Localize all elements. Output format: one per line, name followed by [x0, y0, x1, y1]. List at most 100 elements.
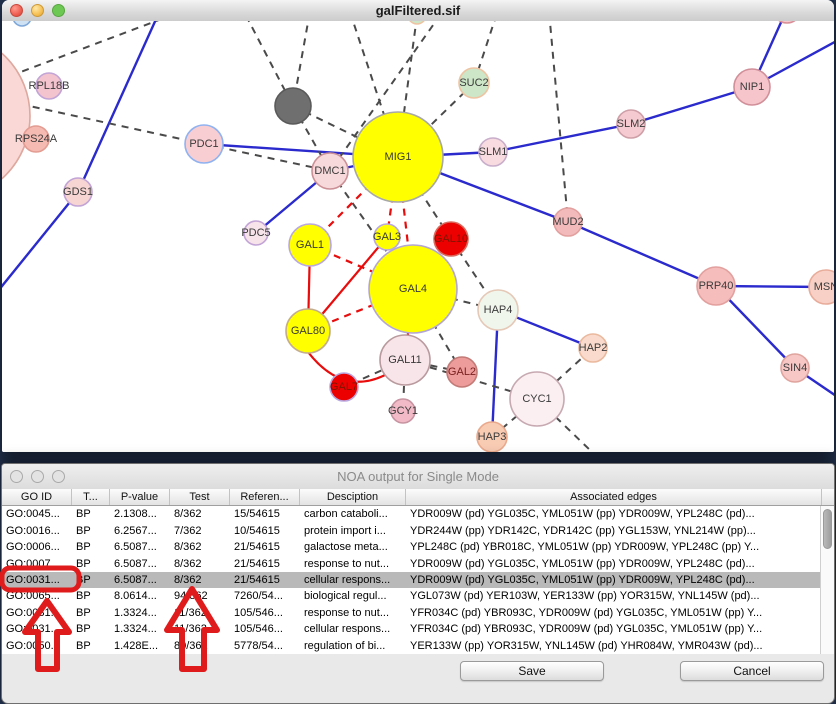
- graph-window-titlebar[interactable]: galFiltered.sif: [2, 0, 834, 22]
- table-cell: 2.1308...: [110, 508, 170, 520]
- node-label-RPS24A: RPS24A: [15, 133, 58, 145]
- column-header-referen[interactable]: Referen...: [230, 489, 300, 505]
- table-cell: GO:0031...: [2, 574, 72, 586]
- node-label-RPL18B: RPL18B: [29, 80, 70, 92]
- noa-window-title: NOA output for Single Mode: [337, 469, 499, 484]
- column-header-goid[interactable]: GO ID: [2, 489, 72, 505]
- table-cell: response to nut...: [300, 558, 406, 570]
- node-label-GAL10: GAL10: [434, 233, 468, 245]
- table-cell: YDR244W (pp) YDR142C, YDR142C (pp) YGL15…: [406, 525, 822, 537]
- node-label-HAP2: HAP2: [579, 342, 608, 354]
- table-cell: 21/54615: [230, 574, 300, 586]
- node-label-SUC2: SUC2: [459, 77, 488, 89]
- node-tinyblue[interactable]: [13, 21, 31, 26]
- vertical-scrollbar[interactable]: [820, 506, 834, 654]
- zoom-button[interactable]: [52, 470, 65, 483]
- graph-edge-blue: [78, 21, 162, 192]
- node-label-PDC5: PDC5: [241, 227, 270, 239]
- minimize-button[interactable]: [31, 470, 44, 483]
- noa-output-window: NOA output for Single Mode GO IDT...P-va…: [1, 463, 835, 704]
- graph-edge-blue: [568, 222, 716, 286]
- table-cell: BP: [72, 623, 110, 635]
- table-cell: BP: [72, 640, 110, 652]
- table-cell: response to nut...: [300, 607, 406, 619]
- column-header-t[interactable]: T...: [72, 489, 110, 505]
- table-row[interactable]: GO:0031...BP1.3324...11/362105/546...cel…: [2, 621, 822, 637]
- table-row[interactable]: GO:0050...BP1.428E...80/3625778/54...reg…: [2, 638, 822, 654]
- table-cell: 105/546...: [230, 607, 300, 619]
- table-cell: 15/54615: [230, 508, 300, 520]
- graph-window: galFiltered.sif RPL18BRPS24AGDS1PDC1DMC1…: [2, 0, 834, 452]
- table-cell: 6.5087...: [110, 574, 170, 586]
- cancel-button[interactable]: Cancel: [680, 661, 824, 681]
- table-row[interactable]: GO:0016...BP6.2567...7/36210/54615protei…: [2, 522, 822, 538]
- table-cell: 8/362: [170, 541, 230, 553]
- node-label-MSN: MSN: [814, 281, 834, 293]
- graph-edge-blue: [631, 87, 752, 124]
- table-row[interactable]: GO:0065...BP8.0614...94/3627260/54...bio…: [2, 588, 822, 604]
- node-darknode[interactable]: [275, 88, 311, 124]
- table-cell: YFR034C (pd) YBR093C, YDR009W (pd) YGL03…: [406, 623, 822, 635]
- table-cell: GO:0031...: [2, 623, 72, 635]
- table-cell: regulation of bi...: [300, 640, 406, 652]
- graph-edge-blue: [2, 192, 78, 296]
- table-row-selected[interactable]: GO:0031...BP6.5087...8/36221/54615cellul…: [2, 572, 822, 588]
- table-cell: 6.5087...: [110, 541, 170, 553]
- table-cell: YDR009W (pd) YGL035C, YML051W (pp) YDR00…: [406, 574, 822, 586]
- table-cell: GO:0065...: [2, 590, 72, 602]
- table-cell: 8/362: [170, 574, 230, 586]
- node-bigleft[interactable]: [2, 32, 30, 200]
- table-cell: 10/54615: [230, 525, 300, 537]
- node-label-GAL11: GAL11: [388, 354, 421, 366]
- table-cell: 11/362: [170, 607, 230, 619]
- table-cell: BP: [72, 541, 110, 553]
- close-button[interactable]: [10, 470, 23, 483]
- node-label-GDS1: GDS1: [63, 186, 93, 198]
- table-cell: YDR009W (pd) YGL035C, YML051W (pp) YDR00…: [406, 558, 822, 570]
- node-label-HAP4: HAP4: [484, 304, 513, 316]
- column-header-associatededges[interactable]: Associated edges: [406, 489, 822, 505]
- table-cell: GO:0031...: [2, 607, 72, 619]
- node-label-GCY1: GCY1: [388, 405, 418, 417]
- node-label-SIN4: SIN4: [783, 362, 807, 374]
- table-row[interactable]: GO:0006...BP6.5087...8/36221/54615galact…: [2, 539, 822, 555]
- table-cell: GO:0016...: [2, 525, 72, 537]
- scrollbar-thumb[interactable]: [823, 509, 832, 549]
- table-cell: YER133W (pp) YOR315W, YNL145W (pd) YHR08…: [406, 640, 822, 652]
- table-cell: GO:0050...: [2, 640, 72, 652]
- table-cell: 8/362: [170, 508, 230, 520]
- node-label-MIG1: MIG1: [385, 151, 412, 163]
- table-cell: GO:0006...: [2, 541, 72, 553]
- table-cell: YGL073W (pd) YER103W, YER133W (pp) YOR31…: [406, 590, 822, 602]
- table-cell: 21/54615: [230, 541, 300, 553]
- node-label-CYC1: CYC1: [522, 393, 551, 405]
- node-label-GAL80: GAL80: [291, 325, 325, 337]
- node-topright[interactable]: [773, 21, 801, 23]
- zoom-button[interactable]: [52, 4, 65, 17]
- node-topgreen[interactable]: [408, 21, 426, 24]
- table-cell: 1.3324...: [110, 623, 170, 635]
- table-cell: 80/362: [170, 640, 230, 652]
- table-row[interactable]: GO:0007...BP6.5087...8/36221/54615respon…: [2, 555, 822, 571]
- node-label-PRP40: PRP40: [699, 280, 734, 292]
- table-cell: 1.428E...: [110, 640, 170, 652]
- minimize-button[interactable]: [31, 4, 44, 17]
- column-header-desciption[interactable]: Desciption: [300, 489, 406, 505]
- table-cell: cellular respons...: [300, 574, 406, 586]
- close-button[interactable]: [10, 4, 23, 17]
- column-header-pvalue[interactable]: P-value: [110, 489, 170, 505]
- table-cell: BP: [72, 607, 110, 619]
- table-cell: YDR009W (pd) YGL035C, YML051W (pp) YDR00…: [406, 508, 822, 520]
- network-canvas[interactable]: RPL18BRPS24AGDS1PDC1DMC1MIG1SUC2SLM1SLM2…: [2, 21, 834, 452]
- table-row[interactable]: GO:0045...BP2.1308...8/36215/54615carbon…: [2, 506, 822, 522]
- noa-window-titlebar[interactable]: NOA output for Single Mode: [2, 464, 834, 490]
- table-row[interactable]: GO:0031...BP1.3324...11/362105/546...res…: [2, 605, 822, 621]
- table-cell: 8/362: [170, 558, 230, 570]
- node-label-SLM1: SLM1: [479, 146, 508, 158]
- table-cell: cellular respons...: [300, 623, 406, 635]
- node-label-PDC1: PDC1: [189, 138, 218, 150]
- column-header-test[interactable]: Test: [170, 489, 230, 505]
- node-label-SLM2: SLM2: [617, 118, 646, 130]
- table-cell: 105/546...: [230, 623, 300, 635]
- save-button[interactable]: Save: [460, 661, 604, 681]
